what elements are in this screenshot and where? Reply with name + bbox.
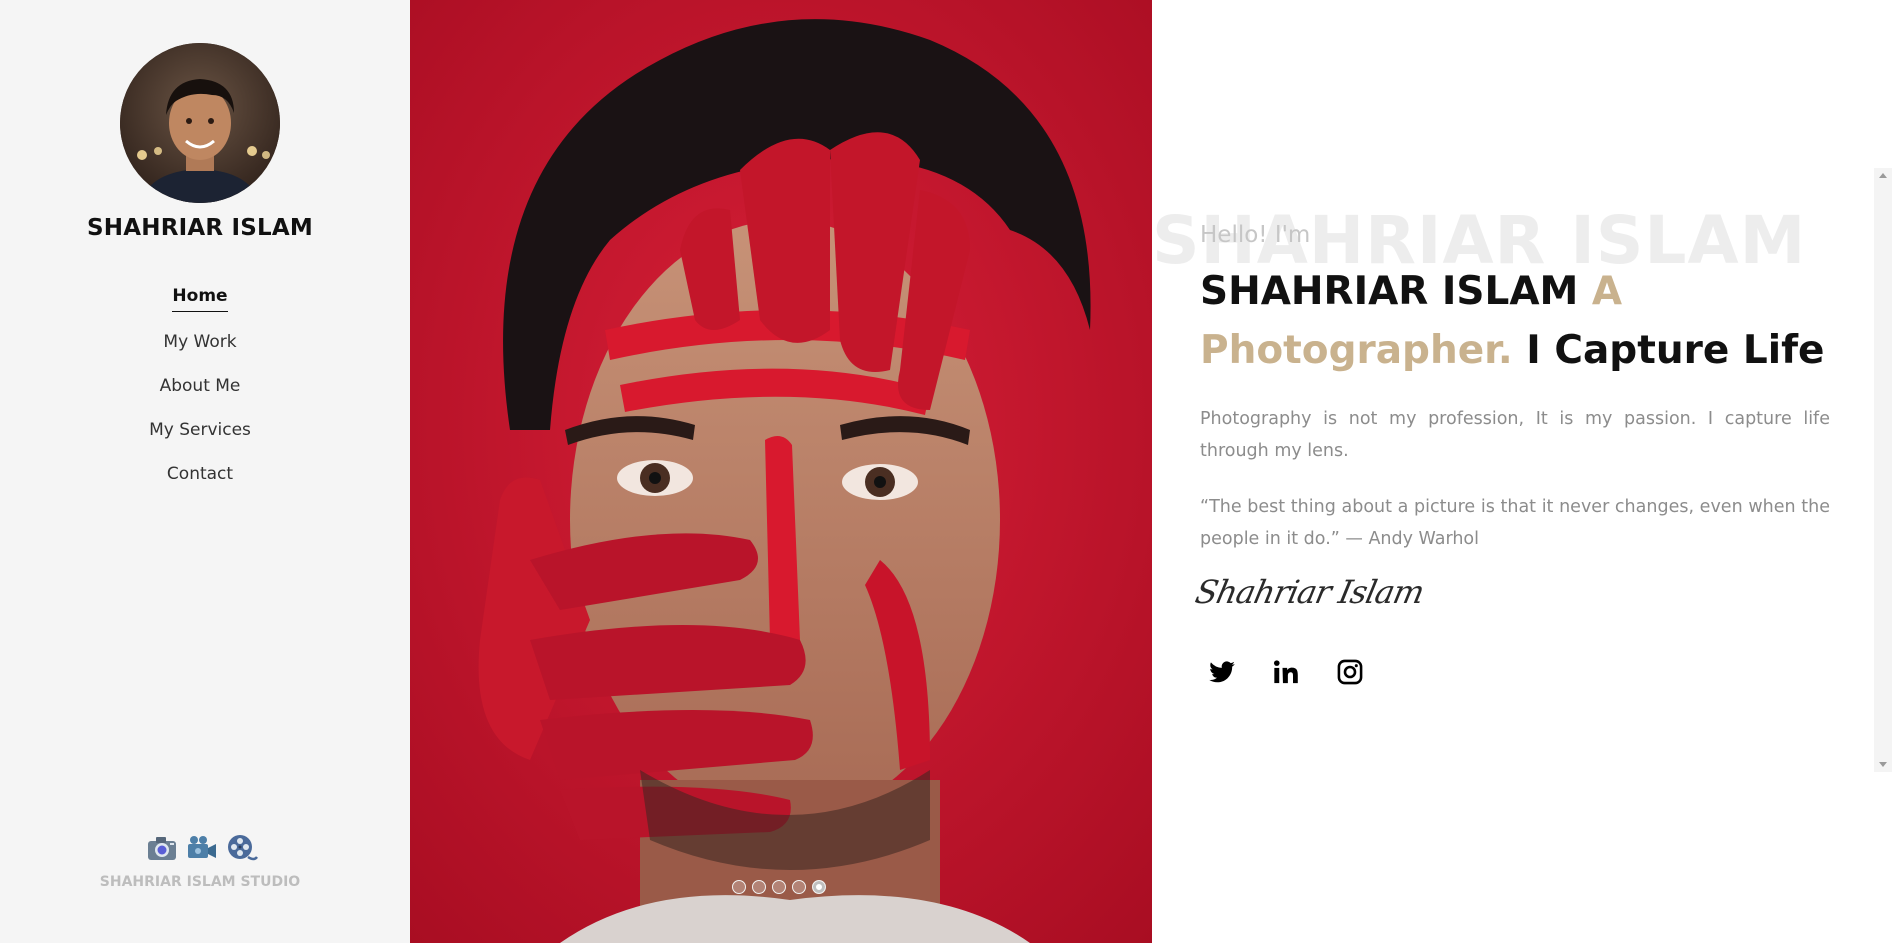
- instagram-link[interactable]: [1336, 658, 1364, 686]
- linkedin-link[interactable]: [1272, 658, 1300, 686]
- scroll-down-arrow-icon[interactable]: [1879, 762, 1887, 767]
- intro-section: SHAHRIAR ISLAM Hello! I'm SHAHRIAR ISLAM…: [1152, 0, 1874, 943]
- video-camera-icon: [186, 833, 218, 863]
- twitter-icon: [1209, 661, 1235, 683]
- site-name[interactable]: SHAHRIAR ISLAM: [0, 215, 400, 241]
- camera-icon: [146, 833, 178, 863]
- instagram-icon: [1337, 659, 1363, 685]
- film-reel-icon: [226, 833, 258, 863]
- studio-logo: [143, 832, 261, 864]
- quote-paragraph: “The best thing about a picture is that …: [1200, 497, 1830, 549]
- slider-dot[interactable]: [732, 880, 746, 894]
- avatar-photo: [120, 43, 280, 203]
- nav-item-my-services[interactable]: My Services: [149, 416, 251, 447]
- greeting: Hello! I'm: [1200, 222, 1311, 248]
- slider-dots: [732, 880, 826, 894]
- slider-dot-active[interactable]: [812, 880, 826, 894]
- hero-slider: [410, 0, 1152, 943]
- nav-item-home[interactable]: Home: [172, 284, 228, 312]
- scrollbar[interactable]: [1874, 168, 1892, 772]
- headline-tail: I Capture Life: [1526, 328, 1825, 373]
- signature: Shahriar Islam: [1192, 573, 1428, 611]
- linkedin-icon: [1273, 660, 1298, 684]
- avatar: [120, 43, 280, 203]
- hero-photo: [410, 0, 1152, 943]
- scroll-up-arrow-icon[interactable]: [1879, 173, 1887, 178]
- social-links: [1208, 658, 1364, 686]
- nav-item-about-me[interactable]: About Me: [160, 372, 241, 403]
- slider-dot[interactable]: [792, 880, 806, 894]
- headline: SHAHRIAR ISLAM A Photographer. I Capture…: [1200, 262, 1840, 380]
- twitter-link[interactable]: [1208, 658, 1236, 686]
- studio-name: SHAHRIAR ISLAM STUDIO: [99, 874, 301, 890]
- sidebar: SHAHRIAR ISLAM Home My Work About Me My …: [0, 0, 410, 943]
- slider-dot[interactable]: [752, 880, 766, 894]
- slider-dot[interactable]: [772, 880, 786, 894]
- headline-name: SHAHRIAR ISLAM: [1200, 269, 1579, 314]
- main-nav: Home My Work About Me My Services Contac…: [0, 284, 400, 504]
- nav-item-my-work[interactable]: My Work: [163, 328, 236, 359]
- intro-paragraph: Photography is not my profession, It is …: [1200, 409, 1830, 461]
- nav-item-contact[interactable]: Contact: [167, 460, 233, 491]
